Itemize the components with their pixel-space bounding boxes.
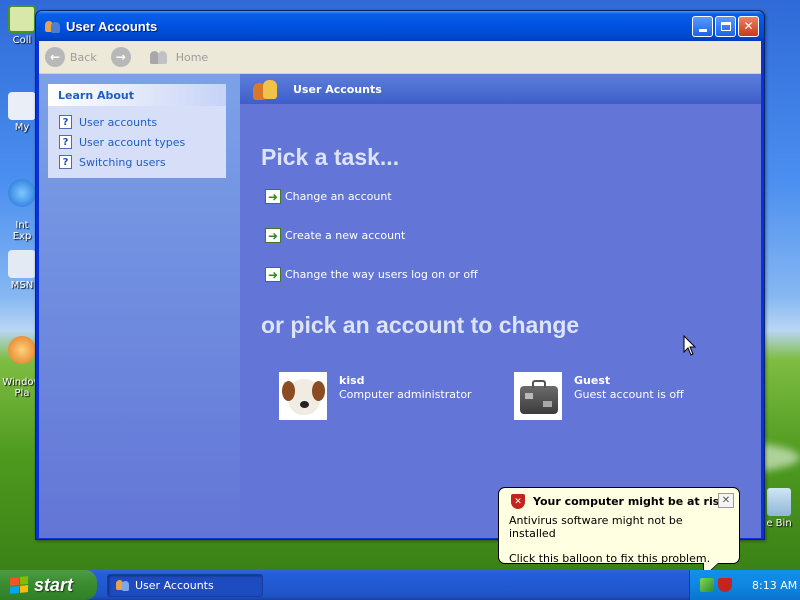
minimize-icon (698, 28, 707, 32)
help-icon: ? (59, 155, 72, 169)
network-icon[interactable] (700, 578, 714, 592)
main-header-title: User Accounts (293, 82, 382, 96)
maximize-icon (720, 21, 731, 31)
security-balloon[interactable]: ✕ Your computer might be at risk ✕ Antiv… (498, 487, 740, 578)
balloon-title: Your computer might be at risk (533, 495, 727, 508)
learn-item-label: Switching users (79, 155, 166, 169)
taskbar-button-user-accounts[interactable]: User Accounts (107, 573, 263, 597)
taskbar: start User Accounts 8:13 AM (0, 570, 800, 600)
learn-item-account-types[interactable]: ? User account types (59, 132, 226, 152)
account-name: Guest (574, 374, 611, 387)
close-icon: ✕ (721, 495, 731, 506)
briefcase-avatar-icon (514, 372, 562, 420)
forward-button[interactable]: → (110, 47, 136, 67)
help-icon: ? (59, 115, 72, 129)
home-label: Home (175, 50, 209, 64)
user-accounts-header-icon (251, 77, 281, 101)
green-arrow-icon: ➜ (265, 189, 281, 204)
start-button[interactable]: start (0, 570, 97, 600)
back-button[interactable]: ← Back (45, 47, 97, 67)
account-guest[interactable]: Guest Guest account is off (514, 372, 684, 420)
task-label: Create a new account (285, 229, 406, 242)
task-create-account[interactable]: ➜ Create a new account (265, 228, 405, 243)
media-player-icon (8, 336, 36, 364)
task-change-account[interactable]: ➜ Change an account (265, 189, 392, 204)
user-accounts-icon (116, 578, 130, 592)
maximize-button[interactable] (715, 15, 736, 37)
account-type: Computer administrator (339, 388, 472, 401)
user-accounts-icon (45, 18, 61, 34)
balloon-message: Antivirus software might not be installe… (509, 514, 683, 540)
window-content: Learn About ? User accounts ? User accou… (39, 74, 761, 538)
pick-task-heading: Pick a task... (261, 144, 400, 170)
green-arrow-icon: ➜ (265, 267, 281, 282)
minimize-button[interactable] (692, 15, 713, 37)
close-icon: ✕ (743, 19, 754, 33)
task-change-logon[interactable]: ➜ Change the way users log on or off (265, 267, 478, 282)
back-label: Back (70, 50, 97, 64)
learn-item-label: User account types (79, 135, 186, 149)
close-button[interactable]: ✕ (738, 15, 759, 37)
learn-item-label: User accounts (79, 115, 158, 129)
shortcut-icon (8, 92, 36, 120)
msn-icon (8, 250, 36, 278)
learn-item-switching-users[interactable]: ? Switching users (59, 152, 226, 172)
account-kisd[interactable]: kisd Computer administrator (279, 372, 472, 420)
collection-icon (8, 5, 36, 33)
security-shield-icon: ✕ (511, 494, 525, 509)
help-icon: ? (59, 135, 72, 149)
window-title: User Accounts (66, 18, 158, 34)
task-label: Change an account (285, 190, 392, 203)
task-label: Change the way users log on or off (285, 268, 478, 281)
home-users-icon (149, 49, 172, 65)
learn-about-heading: Learn About (48, 84, 226, 107)
left-task-pane: Learn About ? User accounts ? User accou… (39, 74, 240, 538)
toolbar: ← Back → Home (39, 41, 761, 74)
main-pane: User Accounts Pick a task... ➜ Change an… (240, 74, 761, 538)
system-tray: 8:13 AM (689, 570, 800, 600)
recycle-bin-icon (767, 488, 791, 516)
account-name: kisd (339, 374, 365, 387)
learn-about-box: Learn About ? User accounts ? User accou… (48, 84, 226, 178)
account-status: Guest account is off (574, 388, 684, 401)
pick-account-heading: or pick an account to change (261, 312, 580, 338)
home-button[interactable]: Home (149, 49, 209, 65)
balloon-close-button[interactable]: ✕ (718, 493, 734, 508)
dog-avatar-icon (279, 372, 327, 420)
clock[interactable]: 8:13 AM (752, 579, 797, 592)
learn-about-list: ? User accounts ? User account types ? S… (48, 107, 226, 178)
green-arrow-icon: ➜ (265, 228, 281, 243)
security-center-icon[interactable] (718, 578, 732, 592)
mouse-cursor-icon (683, 335, 697, 356)
title-bar[interactable]: User Accounts ✕ (36, 11, 764, 41)
windows-logo-icon (10, 576, 28, 594)
main-header: User Accounts (240, 74, 761, 104)
back-arrow-icon: ← (45, 47, 65, 67)
balloon-fix-instruction: Click this balloon to fix this problem. (509, 552, 711, 565)
taskbar-button-label: User Accounts (135, 578, 214, 592)
internet-explorer-icon (8, 179, 36, 207)
forward-arrow-icon: → (110, 47, 131, 67)
learn-item-user-accounts[interactable]: ? User accounts (59, 112, 226, 132)
start-label: start (34, 574, 74, 595)
